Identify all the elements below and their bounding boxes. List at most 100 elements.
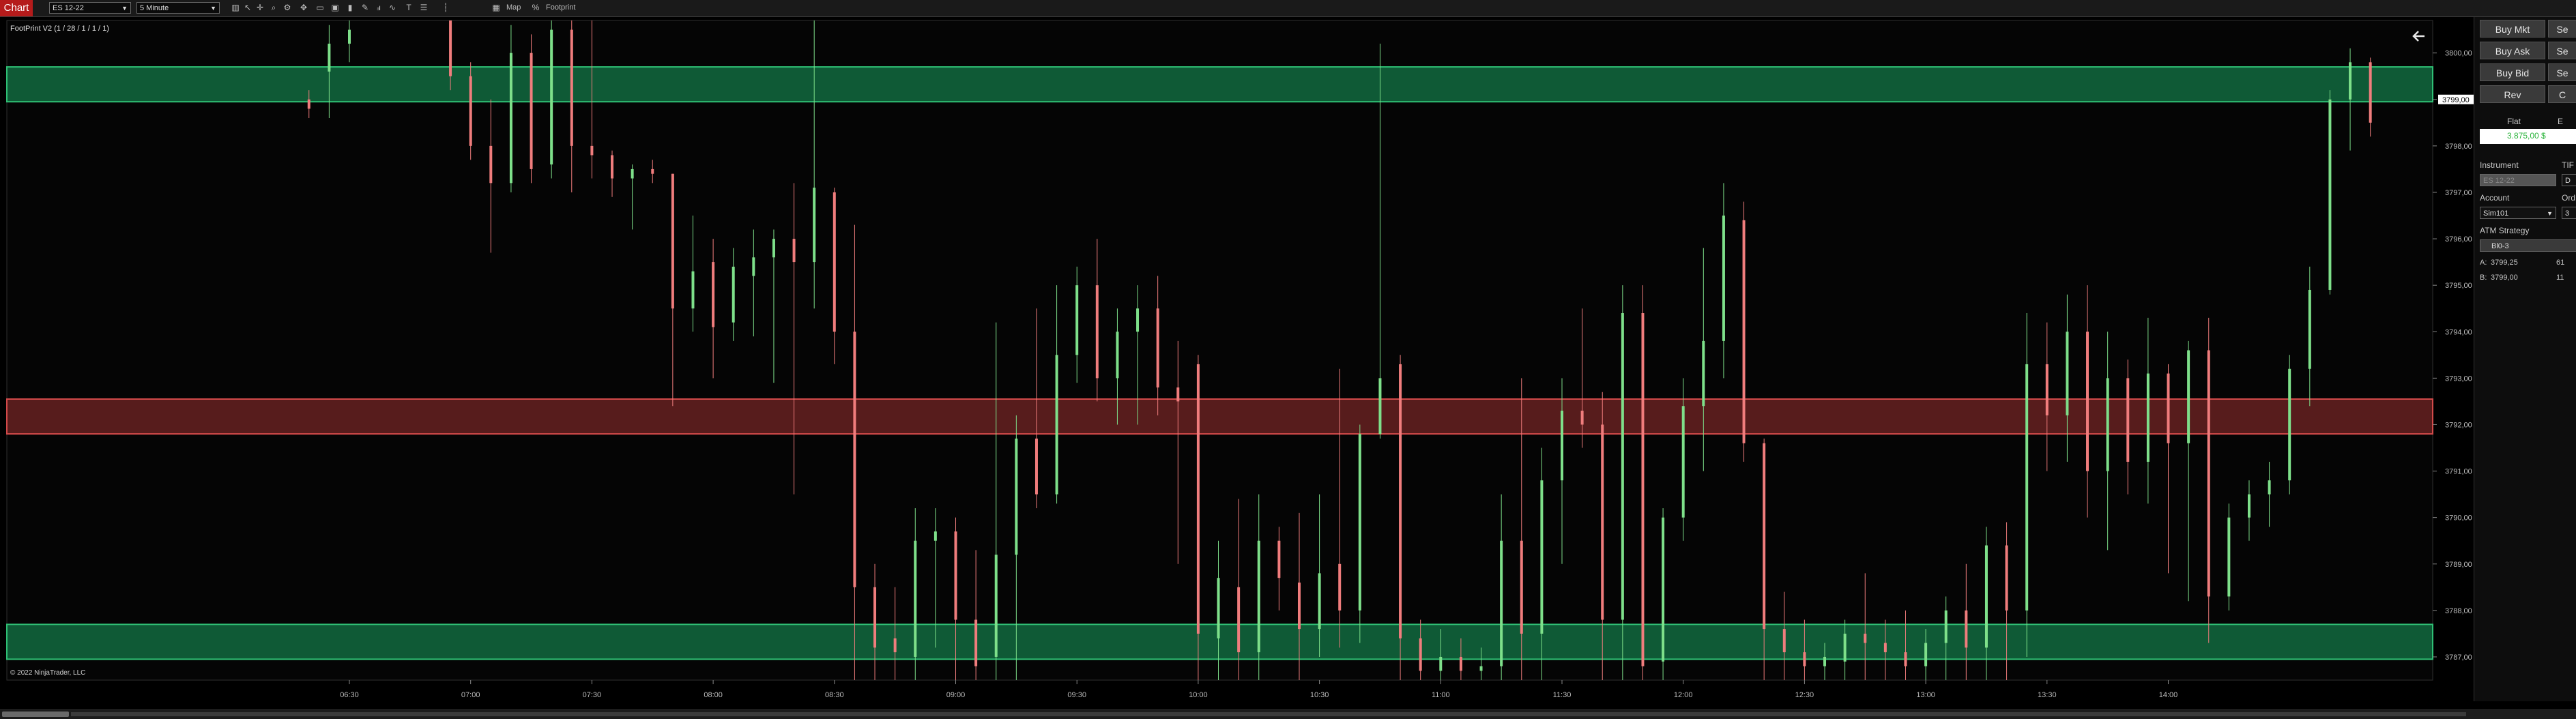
- x-tick-label: 11:00: [1432, 691, 1450, 699]
- divider-icon: ┆: [443, 3, 448, 12]
- x-tick-label: 06:30: [340, 691, 359, 699]
- candle-body: [1782, 629, 1786, 653]
- candle-body: [2066, 332, 2069, 415]
- bid-price: 3799,00: [2491, 274, 2518, 282]
- x-tick-label: 12:30: [1795, 691, 1814, 699]
- candle-body: [1702, 340, 1705, 407]
- candle-body: [1196, 364, 1200, 634]
- candle-body: [1297, 582, 1301, 630]
- candle-body: [570, 29, 573, 146]
- candle-body: [2106, 378, 2109, 471]
- candle-body: [328, 44, 331, 72]
- candle-body: [1561, 411, 1563, 481]
- properties-icon[interactable]: ⚙: [283, 3, 292, 12]
- candle-body: [752, 257, 755, 276]
- bars-icon[interactable]: ▮: [345, 3, 355, 12]
- wave-icon[interactable]: ∿: [388, 3, 397, 12]
- text-icon[interactable]: T: [404, 3, 414, 12]
- scrollbar-thumb[interactable]: [2, 711, 69, 717]
- sell-bid-button[interactable]: Se: [2548, 63, 2576, 81]
- y-tick-label: 3792,00: [2445, 421, 2472, 429]
- reverse-button[interactable]: Rev: [2480, 85, 2545, 103]
- position-right-label: E: [2558, 117, 2564, 126]
- candle-body: [1500, 540, 1503, 666]
- pnl-value: 3.875,00 $: [2507, 131, 2546, 141]
- candle-body: [2288, 368, 2291, 481]
- fib-icon[interactable]: ⅎ: [374, 3, 383, 12]
- sell-ask-button[interactable]: Se: [2548, 42, 2576, 59]
- doc-icon[interactable]: ▭: [315, 3, 325, 12]
- y-tick-label: 3797,00: [2445, 189, 2472, 197]
- cursor-icon[interactable]: ↖: [243, 3, 252, 12]
- instrument-field[interactable]: ES 12-22: [2480, 174, 2556, 186]
- buy-market-button[interactable]: Buy Mkt: [2480, 20, 2545, 38]
- pencil-icon[interactable]: ✎: [360, 3, 370, 12]
- bar-type-icon[interactable]: ▥: [231, 3, 240, 12]
- pnl-box: 3.875,00 $: [2480, 129, 2576, 144]
- buy-bid-button[interactable]: Buy Bid: [2480, 63, 2545, 81]
- camera-icon[interactable]: ▣: [330, 3, 340, 12]
- candle-body: [1217, 578, 1220, 639]
- candle-body: [2349, 62, 2352, 100]
- instrument-select[interactable]: ES 12-22 ▼: [49, 2, 131, 14]
- account-value: Sim101: [2483, 209, 2509, 218]
- candle-body: [1459, 656, 1462, 671]
- chart-tab[interactable]: Chart: [0, 0, 33, 16]
- chart-trader-panel: Buy Mkt Se Buy Ask Se Buy Bid Se Rev C F…: [2474, 17, 2576, 701]
- scrollbar-track[interactable]: [71, 712, 2466, 716]
- x-tick-label: 13:00: [1916, 691, 1935, 699]
- sell-market-button[interactable]: Se: [2548, 20, 2576, 38]
- candle-body: [691, 271, 695, 309]
- buy-ask-button[interactable]: Buy Ask: [2480, 42, 2545, 59]
- candle-body: [1419, 638, 1422, 671]
- move-icon[interactable]: ✥: [299, 3, 308, 12]
- position-flat-label: Flat: [2507, 117, 2521, 126]
- interval-select[interactable]: 5 Minute ▼: [136, 2, 220, 14]
- order-qty-input[interactable]: 3: [2562, 207, 2576, 219]
- candle-body: [1904, 652, 1907, 666]
- candle-body: [954, 531, 957, 620]
- support-zone-0: [6, 66, 2433, 103]
- close-button[interactable]: C: [2548, 85, 2576, 103]
- candle-body: [509, 53, 512, 184]
- candle-body: [2328, 99, 2332, 290]
- list-icon[interactable]: ☰: [419, 3, 429, 12]
- y-tick-label: 3790,00: [2445, 514, 2472, 523]
- candle-body: [1156, 308, 1159, 387]
- candle-body: [2187, 350, 2190, 443]
- crosshair-icon[interactable]: ✛: [255, 3, 265, 12]
- y-tick-label: 3796,00: [2445, 235, 2472, 244]
- candle-body: [1095, 285, 1099, 379]
- candle-body: [1621, 313, 1624, 620]
- candle-body: [873, 587, 877, 648]
- account-select[interactable]: Sim101 ▼: [2480, 207, 2556, 219]
- candle-body: [2086, 332, 2089, 471]
- candle-body: [1520, 540, 1523, 634]
- footprint-icon[interactable]: %: [531, 3, 540, 12]
- candle-body: [1580, 411, 1584, 425]
- y-tick-label: 3788,00: [2445, 607, 2472, 615]
- candle-body: [1843, 633, 1847, 662]
- candle-body: [712, 262, 715, 327]
- candle-body: [732, 266, 735, 323]
- tif-select[interactable]: D: [2562, 174, 2576, 186]
- candle-body: [893, 638, 897, 653]
- atm-strategy-value: Bl0-3: [2491, 242, 2509, 250]
- map-icon[interactable]: ▦: [491, 3, 501, 12]
- chevron-down-icon: ▼: [121, 5, 128, 12]
- candle-body: [1924, 643, 1928, 666]
- x-tick-label: 07:00: [461, 691, 480, 699]
- y-tick-label: 3794,00: [2445, 328, 2472, 336]
- candle-body: [1823, 656, 1827, 666]
- candle-body: [307, 99, 310, 109]
- map-button[interactable]: Map: [506, 3, 521, 12]
- price-chart[interactable]: 3800,00 3799,00 3798,00 3797,00 3796,00 3795,…: [0, 17, 2474, 709]
- footprint-button[interactable]: Footprint: [546, 3, 575, 12]
- atm-strategy-select[interactable]: Bl0-3: [2480, 239, 2576, 252]
- x-tick-label: 09:00: [946, 691, 966, 699]
- atm-strategy-label: ATM Strategy: [2480, 226, 2530, 235]
- candle-body: [1439, 656, 1443, 671]
- horizontal-scrollbar[interactable]: [0, 709, 2576, 719]
- zoom-icon[interactable]: ⌕: [269, 3, 278, 12]
- candle-body: [853, 332, 856, 587]
